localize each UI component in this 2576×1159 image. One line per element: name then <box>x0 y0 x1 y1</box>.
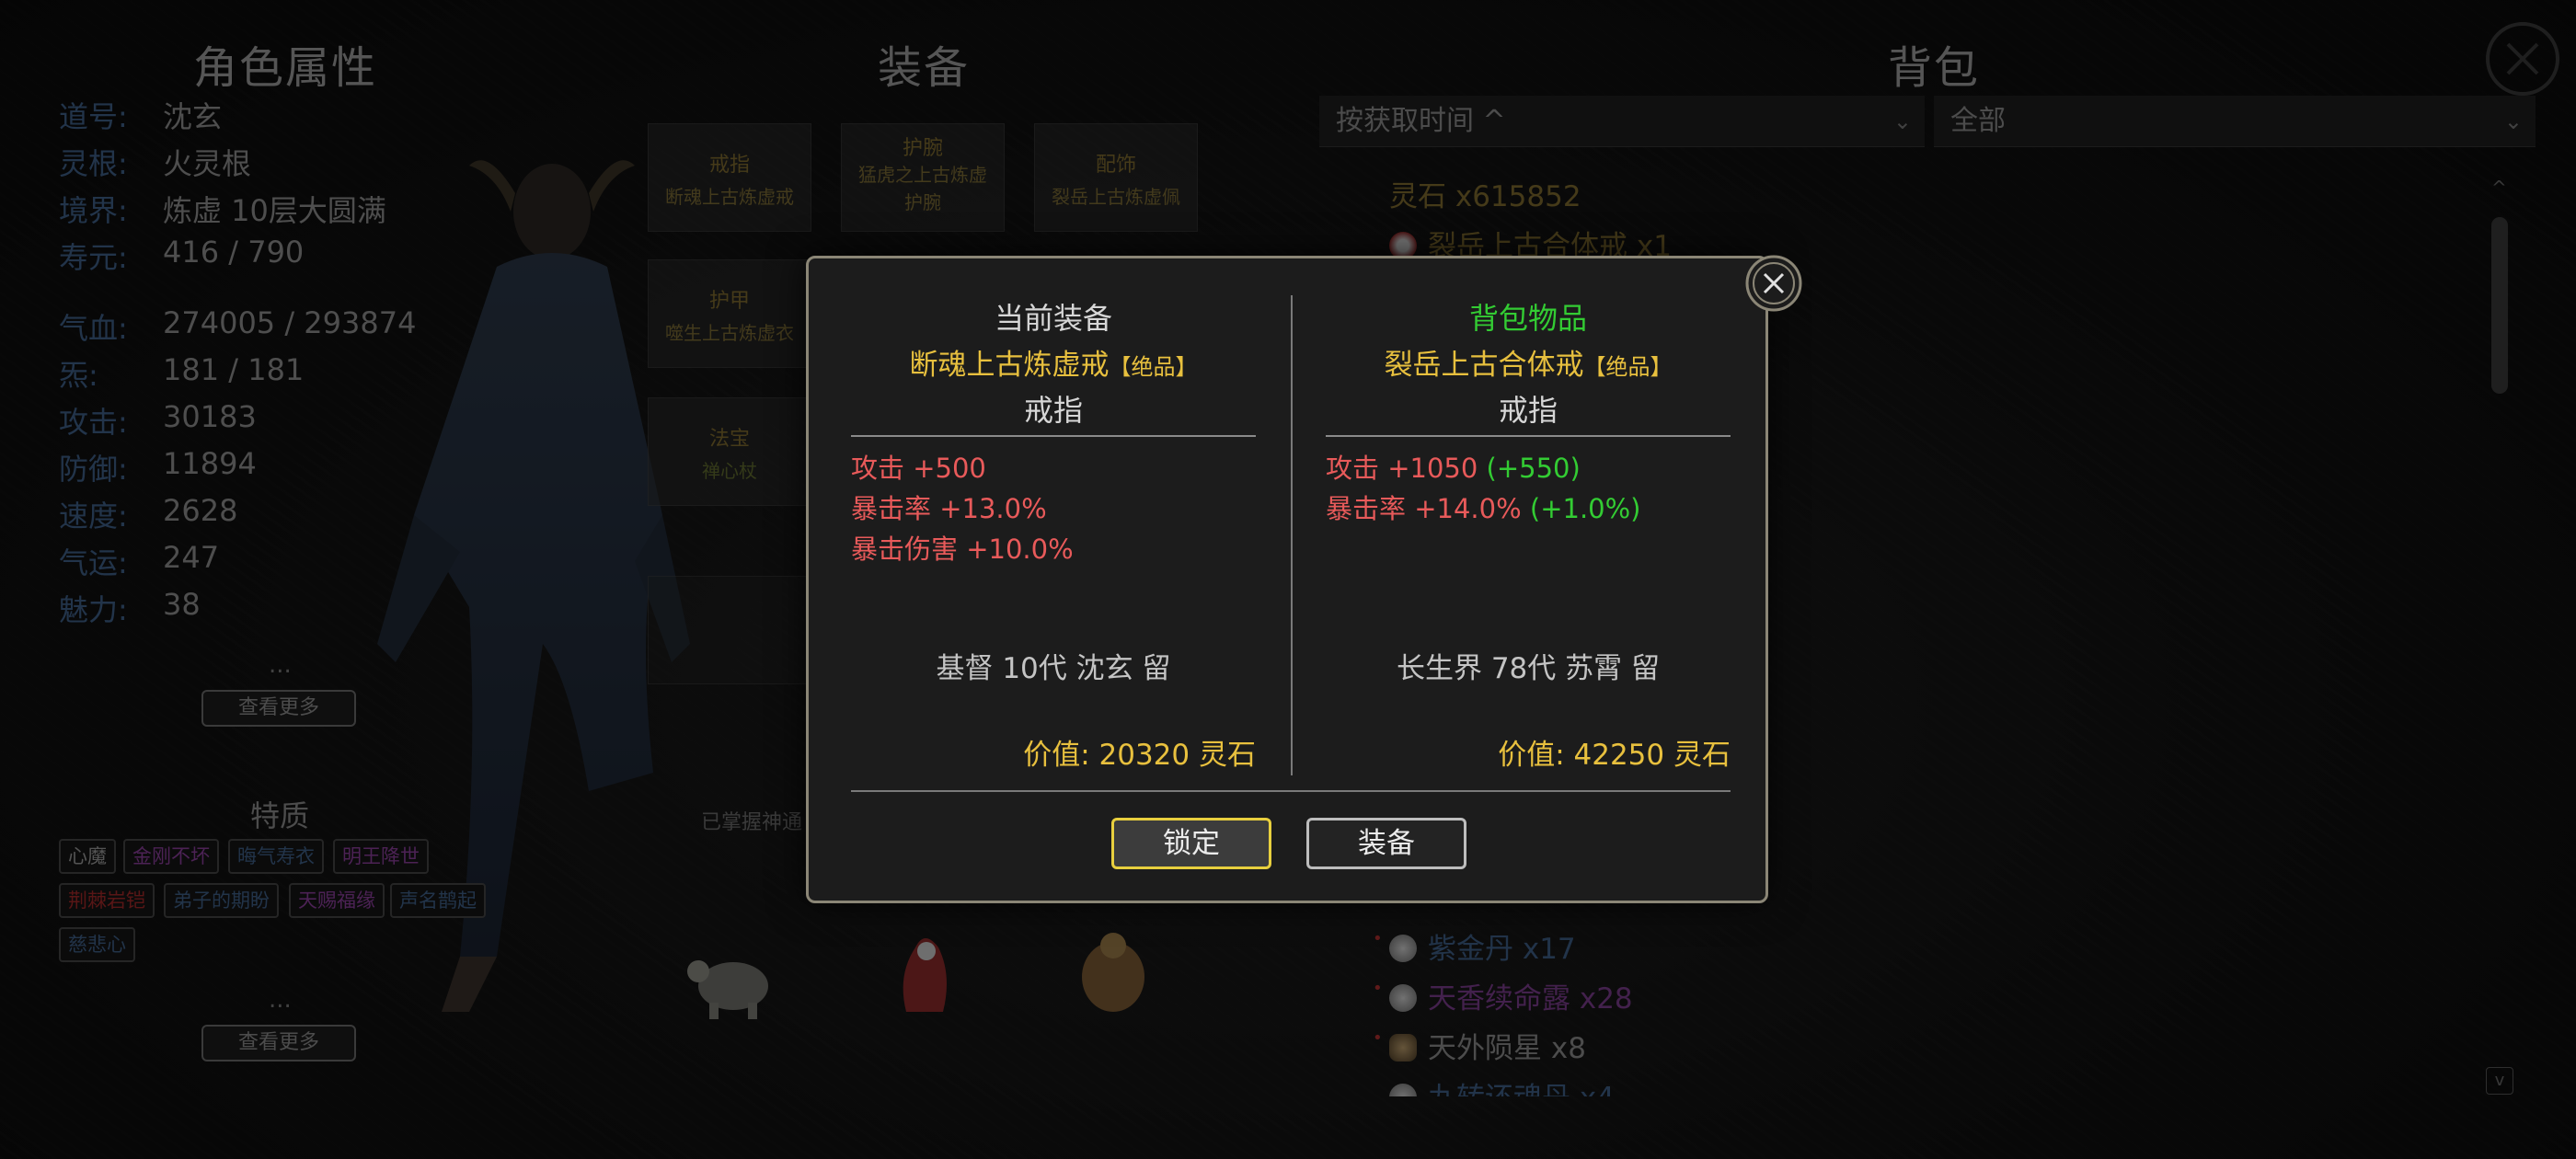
stat-diff: (+550) <box>1486 453 1581 484</box>
stat-line: 攻击 +1050 (+550) <box>1326 448 1640 488</box>
stat-text: 攻击 +500 <box>851 453 986 484</box>
stat-text: 暴击率 +13.0% <box>851 493 1047 524</box>
bag-item-stats: 攻击 +1050 (+550) 暴击率 +14.0% (+1.0%) <box>1326 448 1640 529</box>
item-name-text: 断魂上古炼虚戒 <box>909 349 1110 382</box>
divider <box>1326 435 1731 437</box>
stat-line: 暴击率 +13.0% <box>851 488 1074 529</box>
current-item-value: 价值: 20320 灵石 <box>1023 739 1256 772</box>
quality-badge: 【绝品】 <box>1583 354 1673 380</box>
item-name-text: 裂岳上古合体戒 <box>1384 349 1584 382</box>
bag-item-maker: 长生界 78代 苏霄 留 <box>1396 652 1660 685</box>
bag-item-type: 戒指 <box>1498 393 1558 428</box>
current-item-stats: 攻击 +500 暴击率 +13.0% 暴击伤害 +10.0% <box>851 448 1074 569</box>
equipment-compare-dialog: 当前装备 断魂上古炼虚戒【绝品】 戒指 攻击 +500 暴击率 +13.0% 暴… <box>806 255 1802 903</box>
stat-text: 攻击 +1050 <box>1326 453 1487 484</box>
footer-divider <box>851 790 1731 792</box>
stat-line: 暴击伤害 +10.0% <box>851 529 1074 569</box>
stat-text: 暴击率 +14.0% <box>1326 493 1530 524</box>
current-item-maker: 基督 10代 沈玄 留 <box>936 652 1171 685</box>
bag-item-name: 裂岳上古合体戒【绝品】 <box>1326 341 1731 383</box>
quality-badge: 【绝品】 <box>1109 354 1198 380</box>
stat-line: 攻击 +500 <box>851 448 1074 488</box>
stat-line: 暴击率 +14.0% (+1.0%) <box>1326 488 1640 529</box>
bag-item-header: 背包物品 <box>1468 301 1587 336</box>
column-divider <box>1291 295 1293 775</box>
current-item-type: 戒指 <box>1023 393 1083 428</box>
current-equipment-header: 当前装备 <box>994 301 1112 336</box>
current-item-name: 断魂上古炼虚戒【绝品】 <box>851 341 1256 383</box>
stat-text: 暴击伤害 +10.0% <box>851 534 1074 565</box>
equip-button[interactable]: 装备 <box>1306 818 1466 869</box>
stat-diff: (+1.0%) <box>1529 493 1641 524</box>
lock-button[interactable]: 锁定 <box>1111 818 1271 869</box>
divider <box>851 435 1256 437</box>
bag-item-value: 价值: 42250 灵石 <box>1498 739 1731 772</box>
close-icon[interactable] <box>1743 253 1804 314</box>
